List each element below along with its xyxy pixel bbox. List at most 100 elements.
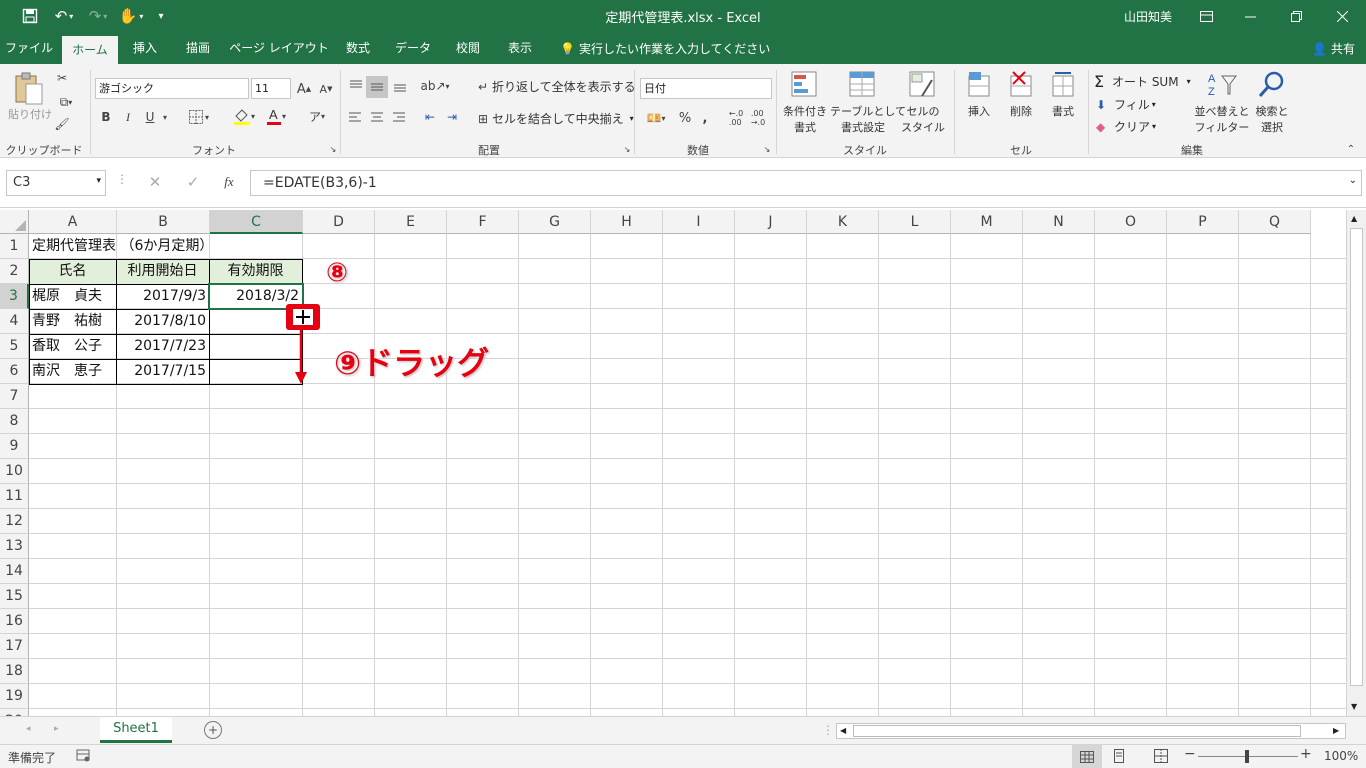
row-header-11[interactable]: 11 — [0, 484, 29, 509]
row-header-10[interactable]: 10 — [0, 459, 29, 484]
minimize-icon[interactable] — [1238, 0, 1262, 32]
autosum-dropdown-icon[interactable]: ▾ — [1187, 77, 1191, 86]
clear-button[interactable]: ◆ クリア ▾ — [1096, 118, 1156, 135]
row-header-19[interactable]: 19 — [0, 684, 29, 709]
column-header-p[interactable]: P — [1167, 210, 1239, 234]
cell-b4[interactable]: 2017/8/10 — [116, 309, 209, 334]
column-header-k[interactable]: K — [807, 210, 879, 234]
decrease-decimal-icon[interactable]: .00 →.0 — [748, 108, 768, 128]
copy-icon[interactable]: ⧉ ▾ — [54, 94, 78, 110]
normal-view-icon[interactable] — [1072, 745, 1102, 768]
formula-input[interactable]: =EDATE(B3,6)-1 ⌄ — [250, 170, 1362, 196]
tab-data[interactable]: データ — [388, 32, 438, 64]
row-header-18[interactable]: 18 — [0, 659, 29, 684]
fill-button[interactable]: ⬇ フィル ▾ — [1096, 96, 1156, 113]
font-size-combo[interactable]: 11 — [251, 78, 291, 99]
row-header-17[interactable]: 17 — [0, 634, 29, 659]
confirm-entry-icon[interactable]: ✓ — [182, 172, 204, 192]
cell-b5[interactable]: 2017/7/23 — [116, 334, 209, 359]
restore-icon[interactable] — [1284, 0, 1308, 32]
cut-icon[interactable]: ✂ — [54, 70, 70, 86]
row-header-20[interactable]: 20 — [0, 709, 29, 716]
percent-button[interactable]: % — [676, 108, 694, 128]
column-header-o[interactable]: O — [1095, 210, 1167, 234]
align-top-icon[interactable] — [346, 76, 366, 96]
tab-split-grip-icon[interactable]: ⋮ — [822, 723, 834, 737]
format-painter-icon[interactable]: 🖌 — [54, 116, 70, 132]
align-bottom-icon[interactable] — [390, 76, 410, 96]
tell-me-box[interactable]: 💡 実行したい作業を入力してください — [560, 40, 770, 57]
bold-button[interactable]: B — [98, 108, 114, 126]
wrap-text-button[interactable]: ↵ 折り返して全体を表示する — [474, 78, 636, 95]
decrease-indent-icon[interactable]: ⇤ — [420, 108, 440, 126]
comma-button[interactable]: , — [698, 108, 712, 128]
number-dialog-launcher-icon[interactable]: ↘ — [762, 144, 772, 154]
scroll-right-icon[interactable]: ▶ — [1333, 726, 1339, 735]
column-header-n[interactable]: N — [1023, 210, 1095, 234]
cell-a5[interactable]: 香取 公子 — [29, 334, 116, 359]
tab-draw[interactable]: 描画 — [174, 32, 222, 64]
font-name-combo[interactable]: 游ゴシック — [95, 78, 249, 99]
align-right-icon[interactable] — [390, 108, 408, 126]
format-cells-button[interactable]: 書式 — [1044, 70, 1082, 119]
format-as-table-button[interactable]: テーブルとして 書式設定 — [830, 70, 906, 135]
tab-view[interactable]: 表示 — [498, 32, 542, 64]
cancel-entry-icon[interactable]: ✕ — [144, 172, 166, 192]
delete-cells-button[interactable]: 削除 — [1002, 70, 1040, 119]
column-header-j[interactable]: J — [735, 210, 807, 234]
close-icon[interactable] — [1330, 0, 1354, 32]
find-select-button[interactable]: 検索と 選択 — [1252, 70, 1292, 135]
next-sheet-icon[interactable]: ▸ — [54, 724, 59, 734]
underline-button[interactable]: U — [142, 108, 158, 126]
tab-review[interactable]: 校閲 — [446, 32, 490, 64]
column-header-l[interactable]: L — [879, 210, 951, 234]
currency-icon[interactable]: 💴 ▾ — [640, 108, 672, 128]
borders-icon[interactable]: ▾ — [184, 108, 214, 126]
cell-a3[interactable]: 梶原 貞夫 — [29, 284, 116, 309]
row-header-16[interactable]: 16 — [0, 609, 29, 634]
ribbon-display-icon[interactable] — [1194, 0, 1218, 32]
cell-styles-button[interactable]: セルの スタイル — [898, 70, 948, 135]
sort-filter-button[interactable]: AZ 並べ替えと フィルター — [1194, 70, 1250, 135]
cell-b3[interactable]: 2017/9/3 — [116, 284, 209, 309]
column-header-i[interactable]: I — [663, 210, 735, 234]
scroll-left-icon[interactable]: ◀ — [840, 726, 846, 735]
cell-a2[interactable]: 氏名 — [29, 259, 116, 284]
collapse-ribbon-icon[interactable]: ⌃ — [1344, 144, 1358, 155]
cell-a4[interactable]: 青野 祐樹 — [29, 309, 116, 334]
prev-sheet-icon[interactable]: ◂ — [26, 724, 31, 734]
scroll-up-icon[interactable]: ▲ — [1351, 214, 1357, 223]
page-layout-view-icon[interactable] — [1112, 749, 1128, 763]
row-header-13[interactable]: 13 — [0, 534, 29, 559]
tab-insert[interactable]: 挿入 — [122, 32, 168, 64]
tab-formulas[interactable]: 数式 — [336, 32, 380, 64]
column-header-g[interactable]: G — [519, 210, 591, 234]
row-header-15[interactable]: 15 — [0, 584, 29, 609]
autosum-button[interactable]: Σ オート SUM ▾ — [1094, 72, 1191, 91]
new-sheet-icon[interactable]: + — [204, 721, 222, 739]
zoom-level[interactable]: 100% — [1324, 749, 1358, 763]
shrink-font-icon[interactable]: A ▼ — [317, 80, 335, 98]
row-header-14[interactable]: 14 — [0, 559, 29, 584]
macro-record-icon[interactable] — [76, 748, 90, 762]
tab-page-layout[interactable]: ページ レイアウト — [228, 32, 330, 64]
fill-handle-highlight[interactable] — [286, 304, 320, 330]
sheet-tab-sheet1[interactable]: Sheet1 — [100, 717, 172, 743]
row-header-9[interactable]: 9 — [0, 434, 29, 459]
name-box-dropdown-icon[interactable]: ▾ — [96, 176, 101, 186]
name-box[interactable]: C3 ▾ — [6, 170, 106, 196]
insert-function-icon[interactable]: fx — [218, 172, 240, 192]
number-format-combo[interactable]: 日付 — [640, 78, 772, 99]
align-center-icon[interactable] — [368, 108, 386, 126]
insert-cells-button[interactable]: 挿入 — [960, 70, 998, 119]
cell-a1[interactable]: 定期代管理表 （6か月定期） — [29, 234, 216, 259]
share-button[interactable]: 👤 共有 — [1312, 40, 1355, 57]
cell-a6[interactable]: 南沢 恵子 — [29, 359, 116, 384]
align-middle-icon[interactable] — [366, 76, 388, 98]
page-break-view-icon[interactable] — [1154, 749, 1170, 763]
increase-decimal-icon[interactable]: ←.0.00 — [726, 108, 746, 128]
vertical-scroll-thumb[interactable] — [1350, 228, 1363, 686]
grow-font-icon[interactable]: A ▲ — [295, 80, 313, 98]
italic-button[interactable]: I — [120, 108, 136, 126]
orientation-icon[interactable]: ab↗ ▾ — [420, 76, 450, 96]
